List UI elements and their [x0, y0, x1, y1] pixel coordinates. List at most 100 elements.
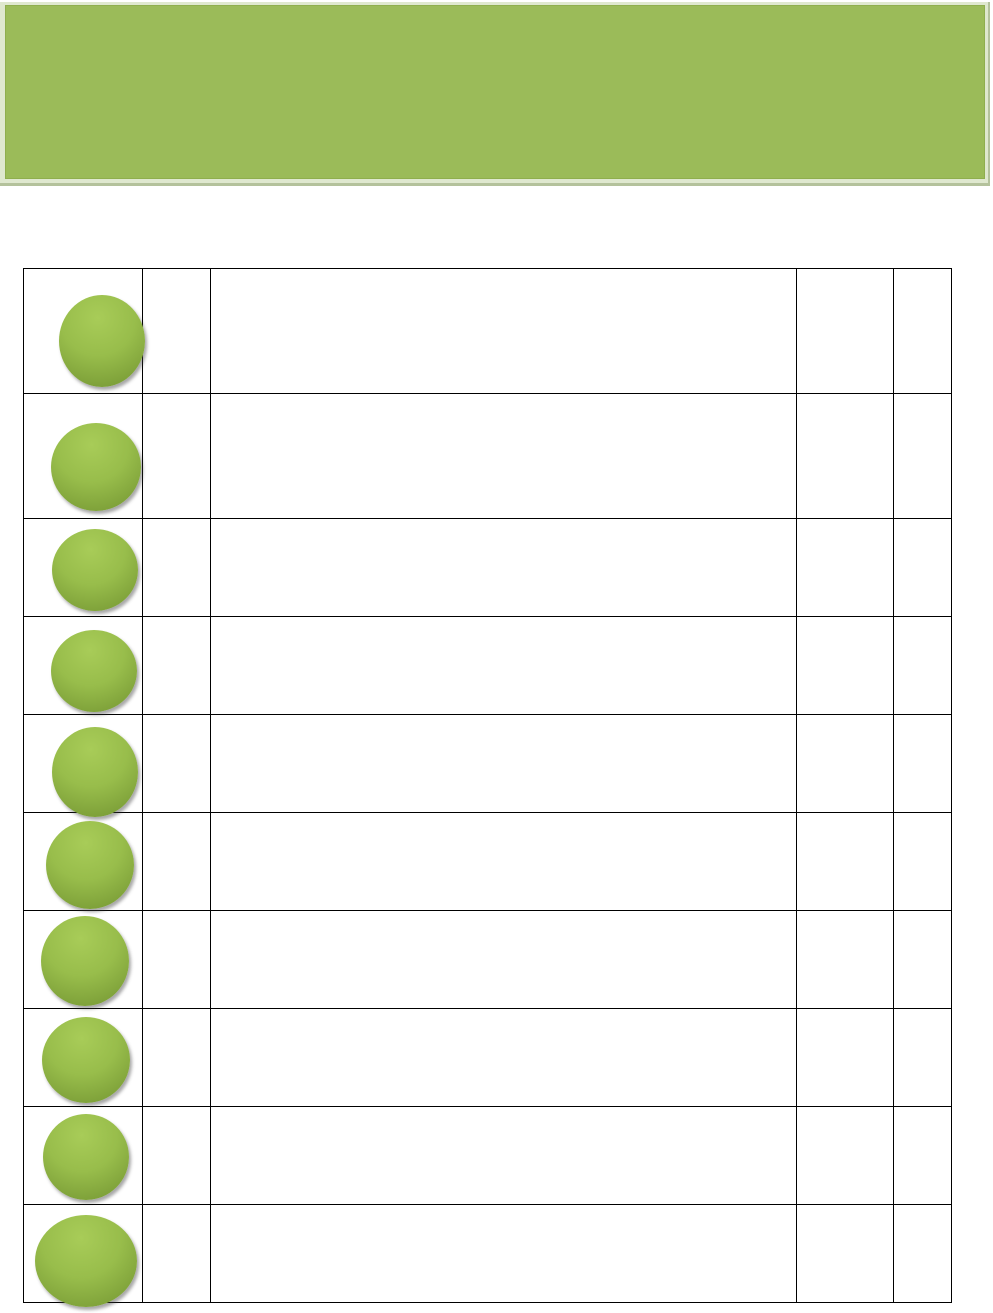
- row-description: [211, 327, 796, 335]
- column-a-cell: [796, 518, 894, 617]
- row-col-b: [894, 452, 951, 460]
- circle-cell: [23, 518, 143, 617]
- column-a-cell: [796, 268, 894, 394]
- row-col-a: [797, 1054, 893, 1062]
- row-marker-circle: [59, 295, 145, 387]
- column-b-cell: [893, 616, 952, 715]
- row-number: [143, 452, 210, 460]
- circle-cell: [23, 393, 143, 519]
- table-row: [23, 268, 952, 394]
- column-a-cell: [796, 812, 894, 911]
- number-cell: [142, 1008, 211, 1107]
- description-cell: [210, 1204, 797, 1303]
- column-b-cell: [893, 1106, 952, 1205]
- circle-cell: [23, 910, 143, 1009]
- row-number: [143, 956, 210, 964]
- row-col-a: [797, 662, 893, 670]
- row-col-a: [797, 564, 893, 572]
- row-number: [143, 858, 210, 866]
- table-row: [23, 812, 952, 911]
- row-number: [143, 1250, 210, 1258]
- number-cell: [142, 714, 211, 813]
- column-b-cell: [893, 268, 952, 394]
- row-col-b: [894, 760, 951, 768]
- column-a-cell: [796, 1204, 894, 1303]
- row-description: [211, 564, 796, 572]
- content-table: [23, 268, 952, 1307]
- description-cell: [210, 812, 797, 911]
- row-description: [211, 1152, 796, 1160]
- table-row: [23, 910, 952, 1009]
- row-col-a: [797, 452, 893, 460]
- row-col-a: [797, 1250, 893, 1258]
- row-col-b: [894, 1250, 951, 1258]
- row-col-a: [797, 858, 893, 866]
- circle-cell: [23, 1008, 143, 1107]
- row-description: [211, 452, 796, 460]
- row-marker-circle: [35, 1215, 137, 1307]
- row-number: [143, 760, 210, 768]
- row-col-b: [894, 1152, 951, 1160]
- row-marker-circle: [52, 727, 138, 817]
- row-description: [211, 760, 796, 768]
- row-marker-circle: [42, 1017, 130, 1103]
- number-cell: [142, 393, 211, 519]
- number-cell: [142, 1106, 211, 1205]
- circle-cell: [23, 1204, 143, 1307]
- row-marker-circle: [51, 630, 137, 712]
- number-cell: [142, 268, 211, 394]
- row-col-a: [797, 1152, 893, 1160]
- column-b-cell: [893, 1008, 952, 1107]
- description-cell: [210, 910, 797, 1009]
- column-a-cell: [796, 1008, 894, 1107]
- circle-cell: [23, 268, 145, 394]
- circle-cell: [23, 1106, 143, 1205]
- column-b-cell: [893, 518, 952, 617]
- number-cell: [142, 1204, 211, 1303]
- table-row: [23, 1204, 952, 1307]
- row-description: [211, 1250, 796, 1258]
- row-number: [143, 1152, 210, 1160]
- row-col-b: [894, 956, 951, 964]
- row-col-a: [797, 760, 893, 768]
- number-cell: [142, 616, 211, 715]
- column-b-cell: [893, 910, 952, 1009]
- header-banner-frame: [0, 2, 990, 186]
- row-number: [143, 564, 210, 572]
- row-marker-circle: [46, 821, 134, 909]
- row-description: [211, 1054, 796, 1062]
- number-cell: [142, 812, 211, 911]
- description-cell: [210, 518, 797, 617]
- column-a-cell: [796, 910, 894, 1009]
- table-row: [23, 518, 952, 617]
- column-b-cell: [893, 714, 952, 813]
- column-a-cell: [796, 616, 894, 715]
- table-row: [23, 714, 952, 817]
- header-banner: [5, 5, 985, 179]
- row-col-b: [894, 662, 951, 670]
- column-b-cell: [893, 1204, 952, 1303]
- table-row: [23, 393, 952, 519]
- description-cell: [210, 393, 797, 519]
- row-marker-circle: [51, 423, 141, 511]
- number-cell: [142, 518, 211, 617]
- row-number: [143, 662, 210, 670]
- content-table-wrapper: [23, 268, 952, 1307]
- row-col-b: [894, 564, 951, 572]
- description-cell: [210, 1106, 797, 1205]
- description-cell: [210, 714, 797, 813]
- column-b-cell: [893, 812, 952, 911]
- circle-cell: [23, 714, 143, 817]
- table-row: [23, 1106, 952, 1205]
- row-marker-circle: [52, 529, 138, 611]
- row-col-a: [797, 956, 893, 964]
- column-a-cell: [796, 1106, 894, 1205]
- row-col-b: [894, 1054, 951, 1062]
- column-b-cell: [893, 393, 952, 519]
- table-row: [23, 1008, 952, 1107]
- row-col-a: [797, 327, 893, 335]
- column-a-cell: [796, 393, 894, 519]
- number-cell: [142, 910, 211, 1009]
- row-col-b: [894, 327, 951, 335]
- row-col-b: [894, 858, 951, 866]
